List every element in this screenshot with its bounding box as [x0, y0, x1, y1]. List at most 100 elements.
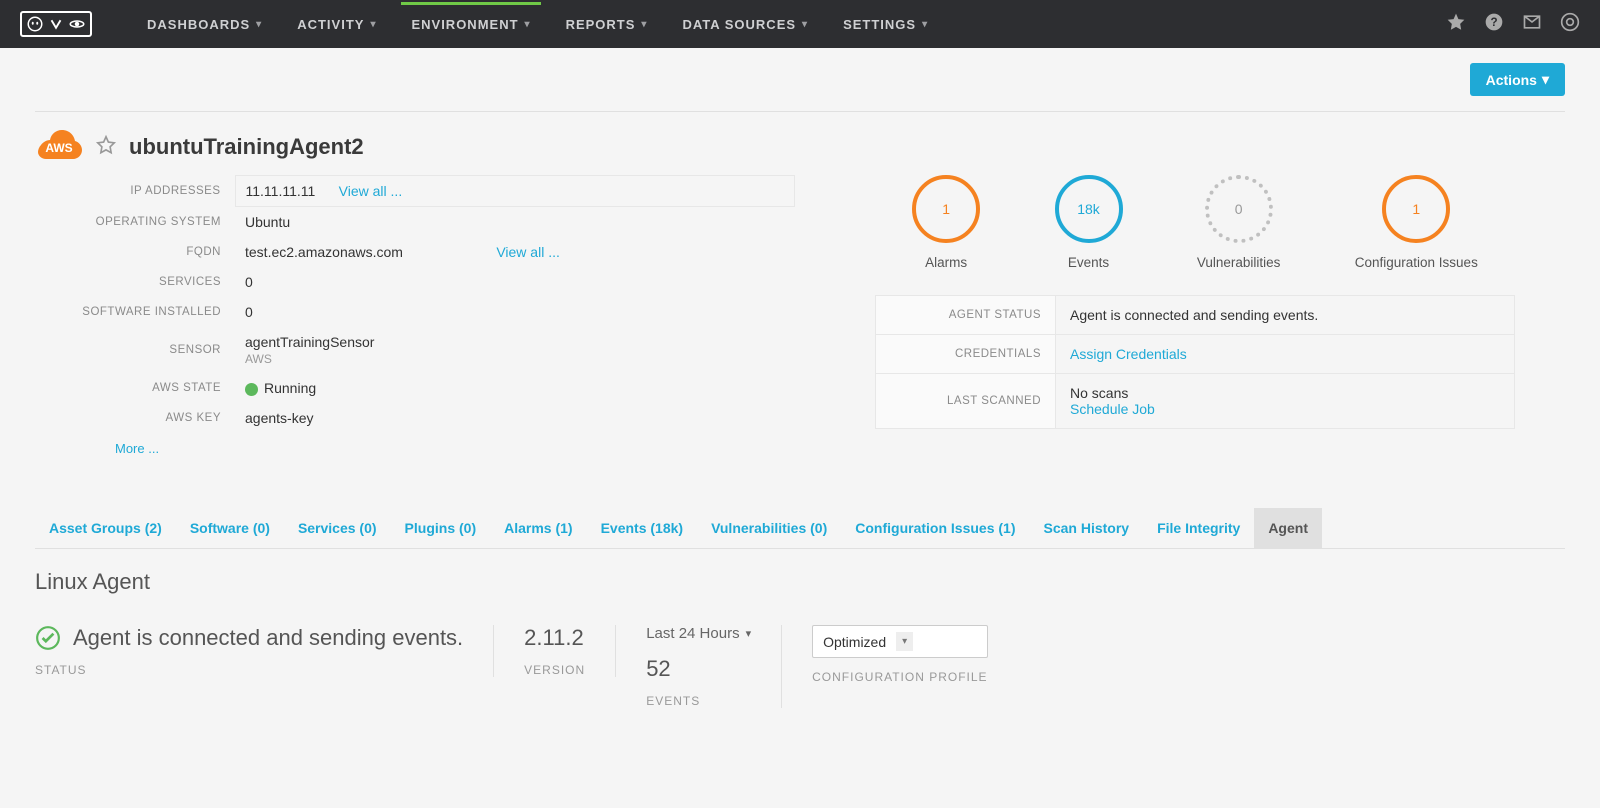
actions-label: Actions: [1486, 72, 1537, 88]
software-value: 0: [235, 297, 795, 327]
chevron-down-icon: ▾: [641, 19, 647, 30]
nav-data-sources[interactable]: DATA SOURCES ▾: [682, 17, 808, 32]
status-dot-icon: [245, 383, 258, 396]
nav-label: DATA SOURCES: [682, 17, 796, 32]
tab-asset-groups[interactable]: Asset Groups (2): [35, 508, 176, 548]
favorite-toggle[interactable]: [95, 134, 117, 161]
config-profile-select[interactable]: Optimized ▾: [812, 625, 987, 658]
version-caption: VERSION: [524, 663, 585, 677]
chevron-down-icon: ▾: [746, 627, 752, 640]
awsstate-label: AWS STATE: [35, 373, 235, 403]
events-caption: EVENTS: [646, 694, 751, 708]
agent-panel-title: Linux Agent: [35, 569, 1565, 595]
config-ring[interactable]: 1 Configuration Issues: [1355, 175, 1478, 270]
sensor-label: SENSOR: [35, 327, 235, 373]
tab-services[interactable]: Services (0): [284, 508, 391, 548]
nav-dashboards[interactable]: DASHBOARDS ▾: [147, 17, 262, 32]
nav-reports[interactable]: REPORTS▾: [566, 17, 648, 32]
nav-label: DASHBOARDS: [147, 17, 250, 32]
config-value: 1: [1382, 175, 1450, 243]
chevron-down-icon: ▾: [256, 19, 262, 30]
aws-cloud-icon: AWS: [35, 127, 83, 167]
tab-vulnerabilities[interactable]: Vulnerabilities (0): [697, 508, 841, 548]
services-value: 0: [235, 267, 795, 297]
agent-status-label: AGENT STATUS: [876, 296, 1056, 335]
time-range-value: Last 24 Hours: [646, 625, 739, 642]
asset-details: IP ADDRESSES 11.11.11.11 View all ... OPE…: [35, 175, 795, 458]
top-navbar-right: ?: [1446, 12, 1580, 37]
os-value: Ubuntu: [235, 207, 795, 238]
tab-file-integrity[interactable]: File Integrity: [1143, 508, 1254, 548]
actions-button[interactable]: Actions ▾: [1470, 63, 1565, 96]
nav-label: ENVIRONMENT: [411, 17, 518, 32]
alarms-label: Alarms: [912, 255, 980, 270]
vulns-label: Vulnerabilities: [1197, 255, 1281, 270]
chevron-down-icon: ▾: [370, 19, 376, 30]
status-table: AGENT STATUSAgent is connected and sendi…: [875, 295, 1515, 429]
check-circle-icon: [35, 625, 61, 651]
svg-text:AWS: AWS: [45, 141, 72, 155]
star-icon[interactable]: [1446, 12, 1466, 37]
nav-activity[interactable]: ACTIVITY▾: [297, 17, 376, 32]
status-caption: STATUS: [35, 663, 463, 677]
lastscanned-label: LAST SCANNED: [876, 374, 1056, 429]
tab-scan-history[interactable]: Scan History: [1029, 508, 1143, 548]
chevron-down-icon: ▾: [525, 19, 531, 30]
events-label: Events: [1055, 255, 1123, 270]
alarms-value: 1: [912, 175, 980, 243]
more-link[interactable]: More ...: [115, 441, 159, 456]
fqdn-label: FQDN: [35, 237, 235, 267]
tab-agent[interactable]: Agent: [1254, 508, 1322, 548]
alarms-ring[interactable]: 1 Alarms: [912, 175, 980, 270]
top-navbar-left: DASHBOARDS ▾ ACTIVITY▾ ENVIRONMENT ▾ REPOR…: [20, 11, 928, 37]
credentials-label: CREDENTIALS: [876, 335, 1056, 374]
ip-view-all-link[interactable]: View all ...: [339, 183, 403, 199]
top-navbar: DASHBOARDS ▾ ACTIVITY▾ ENVIRONMENT ▾ REPOR…: [0, 0, 1600, 48]
page-body: Actions ▾ AWS ubuntuTrainingAgent2 IP ADD…: [0, 48, 1600, 728]
nav-environment[interactable]: ENVIRONMENT ▾: [411, 17, 530, 32]
time-range-selector[interactable]: Last 24 Hours ▾: [646, 625, 751, 642]
vulns-ring[interactable]: 0Vulnerabilities: [1197, 175, 1281, 270]
tab-plugins[interactable]: Plugins (0): [391, 508, 491, 548]
config-profile-caption: CONFIGURATION PROFILE: [812, 670, 987, 684]
nav-label: SETTINGS: [843, 17, 916, 32]
fqdn-view-all-link[interactable]: View all ...: [496, 244, 560, 260]
stats-block: 1 Alarms 18k Events 0Vulnerabilities 1 Conf…: [875, 175, 1515, 429]
caret-down-icon: ▾: [1542, 71, 1549, 88]
nav-settings[interactable]: SETTINGS ▾: [843, 17, 928, 32]
brand-logo[interactable]: [20, 11, 92, 37]
tab-software[interactable]: Software (0): [176, 508, 284, 548]
chevron-down-icon: ▾: [802, 19, 808, 30]
tab-events[interactable]: Events (18k): [587, 508, 697, 548]
asset-overview: IP ADDRESSES 11.11.11.11 View all ... OPE…: [35, 175, 1565, 458]
mail-icon[interactable]: [1522, 12, 1542, 37]
stat-rings: 1 Alarms 18k Events 0Vulnerabilities 1 Conf…: [875, 175, 1515, 270]
agent-status-value: Agent is connected and sending events.: [1056, 296, 1515, 335]
help-icon[interactable]: ?: [1484, 12, 1504, 37]
config-label: Configuration Issues: [1355, 255, 1478, 270]
awskey-value: agents-key: [235, 403, 795, 433]
support-icon[interactable]: [1560, 12, 1580, 37]
chevron-down-icon: ▾: [922, 19, 928, 30]
agent-tab-content: Linux Agent Agent is connected and sendi…: [35, 549, 1565, 728]
assign-credentials-link[interactable]: Assign Credentials: [1070, 346, 1187, 362]
asset-name: ubuntuTrainingAgent2: [129, 134, 364, 160]
tab-bar: Asset Groups (2) Software (0) Services (…: [35, 508, 1565, 549]
agent-status-row: Agent is connected and sending events. S…: [35, 625, 1565, 708]
config-profile-value: Optimized: [823, 634, 886, 650]
ip-label: IP ADDRESSES: [35, 176, 235, 207]
events-count: 52: [646, 656, 751, 682]
agent-status-text: Agent is connected and sending events.: [73, 625, 463, 651]
awskey-label: AWS KEY: [35, 403, 235, 433]
tab-alarms[interactable]: Alarms (1): [490, 508, 586, 548]
schedule-job-link[interactable]: Schedule Job: [1070, 401, 1155, 417]
asset-header: AWS ubuntuTrainingAgent2: [35, 127, 1565, 167]
events-value: 18k: [1055, 175, 1123, 243]
nav-items: DASHBOARDS ▾ ACTIVITY▾ ENVIRONMENT ▾ REPOR…: [147, 17, 928, 32]
ip-value: 11.11.11.11: [246, 183, 316, 199]
lastscanned-value: No scans: [1070, 385, 1128, 401]
tab-config-issues[interactable]: Configuration Issues (1): [841, 508, 1029, 548]
awsstate-value: Running: [264, 380, 316, 396]
events-ring[interactable]: 18k Events: [1055, 175, 1123, 270]
os-label: OPERATING SYSTEM: [35, 207, 235, 238]
